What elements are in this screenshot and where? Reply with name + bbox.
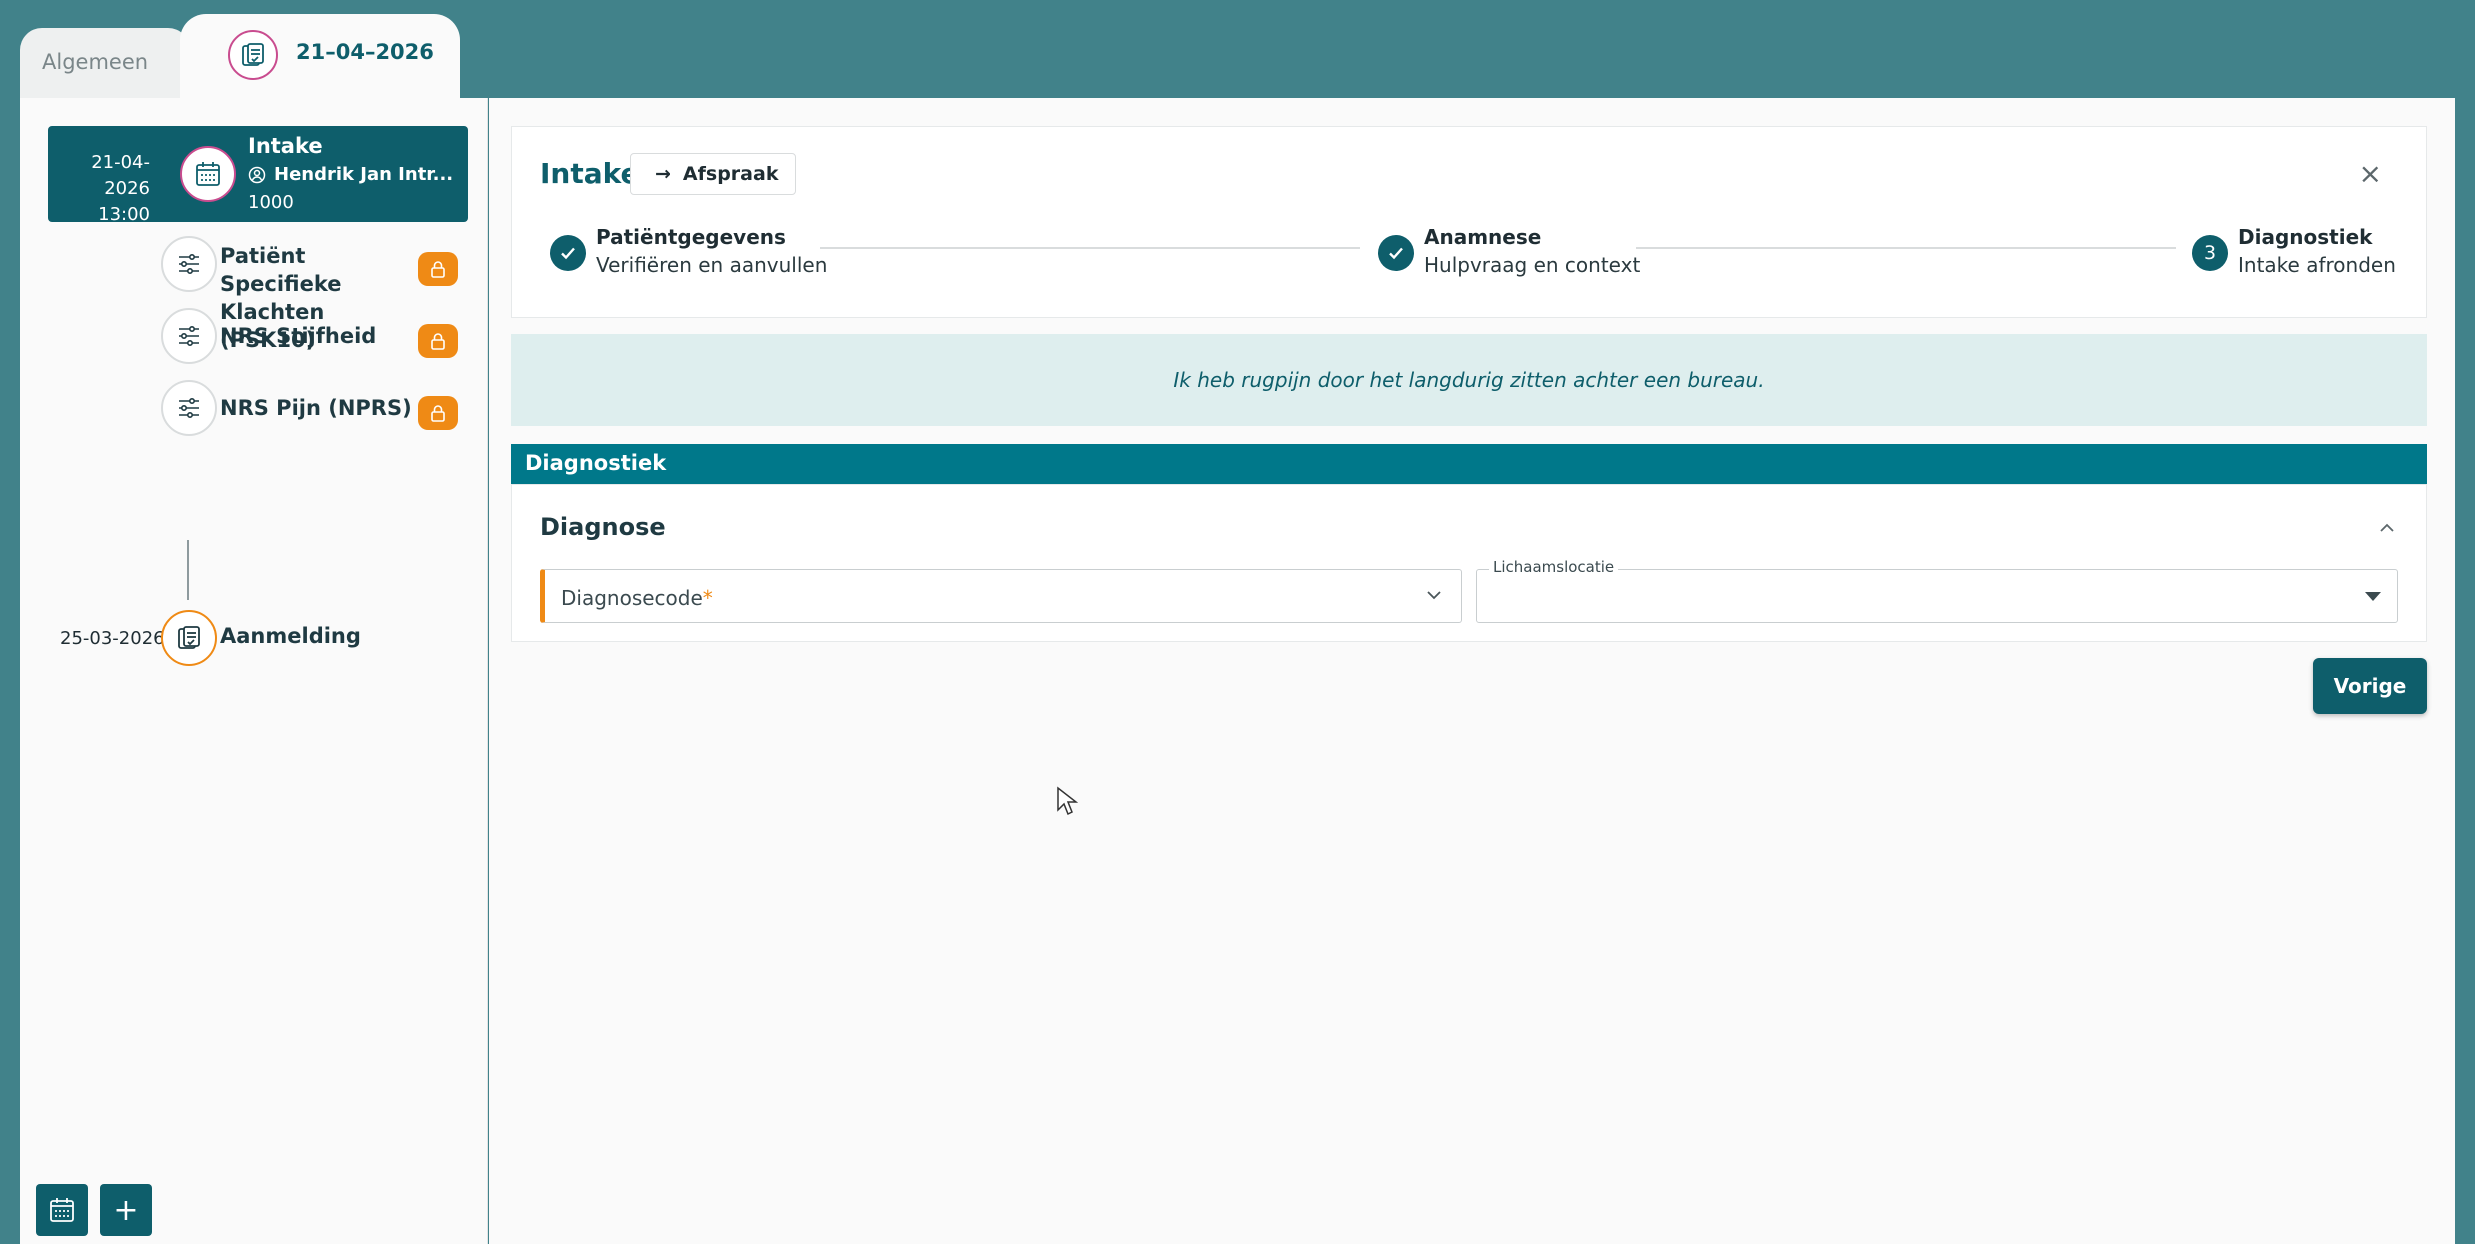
timeline-person: Hendrik Jan Intr... bbox=[248, 164, 453, 185]
timeline-title: Aanmelding bbox=[220, 624, 361, 648]
calendar-button[interactable] bbox=[36, 1184, 88, 1236]
step-connector bbox=[1636, 247, 2176, 249]
lock-icon bbox=[418, 396, 458, 430]
timeline-date-day: 21-04-2026 bbox=[91, 152, 150, 199]
step-subtitle: Verifiëren en aanvullen bbox=[596, 253, 828, 277]
caret-down-icon bbox=[2365, 592, 2381, 601]
tab-algemeen-label: Algemeen bbox=[42, 50, 149, 74]
sliders-icon bbox=[161, 308, 217, 364]
step-title: Anamnese bbox=[1424, 225, 1542, 249]
timeline-sidebar: 21-04-2026 13:00 Intake Hendrik Jan Intr… bbox=[20, 98, 488, 1244]
mouse-cursor-icon bbox=[1056, 786, 1079, 820]
calendar-icon bbox=[180, 146, 236, 202]
step-number: 3 bbox=[2192, 235, 2228, 271]
diagnosecode-label: Diagnosecode* bbox=[561, 586, 713, 610]
timeline-item-aanmelding[interactable]: 25-03-2026 Aanmelding bbox=[20, 608, 488, 668]
lock-icon bbox=[418, 324, 458, 358]
timeline-date-time: 13:00 bbox=[98, 204, 150, 225]
check-icon bbox=[1378, 235, 1414, 271]
tab-active-date[interactable]: 21–04–2026 bbox=[180, 14, 460, 98]
intake-card: Intake → Afspraak × Patiëntgegevens Veri… bbox=[511, 126, 2427, 318]
diagnosecode-text: Diagnosecode bbox=[561, 586, 703, 610]
lichaamslocatie-label: Lichaamslocatie bbox=[1489, 558, 1619, 576]
tab-algemeen[interactable]: Algemeen bbox=[20, 28, 190, 98]
timeline-person-name: Hendrik Jan Intr... bbox=[274, 164, 454, 185]
user-icon bbox=[248, 166, 266, 183]
document-icon bbox=[228, 30, 278, 80]
subitem-title: NRS Stijfheid bbox=[220, 324, 377, 348]
sliders-icon bbox=[161, 380, 217, 436]
vorige-button[interactable]: Vorige bbox=[2313, 658, 2427, 714]
diagnose-title: Diagnose bbox=[540, 513, 666, 541]
timeline-subitem-nrs-stijfheid[interactable]: NRS Stijfheid bbox=[20, 300, 488, 372]
afspraak-button[interactable]: → Afspraak bbox=[630, 153, 796, 195]
step-connector bbox=[820, 247, 1360, 249]
lock-icon bbox=[418, 252, 458, 286]
timeline-number: 1000 bbox=[248, 192, 294, 213]
timeline-title: Intake bbox=[248, 134, 323, 158]
close-icon[interactable]: × bbox=[2359, 157, 2382, 190]
subitem-title: NRS Pijn (NPRS) bbox=[220, 396, 412, 420]
main-content: Intake → Afspraak × Patiëntgegevens Veri… bbox=[489, 98, 2455, 1244]
page-title: Intake bbox=[540, 157, 640, 190]
timeline-item-intake[interactable]: 21-04-2026 13:00 Intake Hendrik Jan Intr… bbox=[48, 126, 468, 225]
sliders-icon bbox=[161, 236, 217, 292]
add-button[interactable]: + bbox=[100, 1184, 152, 1236]
step-subtitle: Hulpvraag en context bbox=[1424, 253, 1641, 277]
calendar-icon bbox=[50, 1198, 74, 1222]
chevron-down-icon bbox=[1425, 582, 1443, 607]
document-icon bbox=[161, 610, 217, 666]
timeline-subitem-nrs-pijn[interactable]: NRS Pijn (NPRS) bbox=[20, 372, 488, 444]
timeline-date: 21-04-2026 13:00 bbox=[48, 150, 150, 228]
lichaamslocatie-select[interactable]: Lichaamslocatie bbox=[1476, 558, 2398, 623]
step-subtitle: Intake afronden bbox=[2238, 253, 2396, 277]
timeline-date: 25-03-2026 bbox=[60, 628, 165, 649]
diagnosecode-select[interactable]: Diagnosecode* bbox=[540, 569, 1462, 623]
plus-icon: + bbox=[113, 1192, 139, 1228]
step-title: Diagnostiek bbox=[2238, 225, 2373, 249]
chevron-up-icon[interactable] bbox=[2378, 515, 2396, 539]
timeline-connector bbox=[187, 540, 189, 600]
arrow-right-icon: → bbox=[655, 163, 671, 185]
tab-date-label: 21–04–2026 bbox=[296, 40, 434, 64]
step-title: Patiëntgegevens bbox=[596, 225, 786, 249]
required-mark: * bbox=[702, 586, 713, 610]
check-icon bbox=[550, 235, 586, 271]
section-header: Diagnostiek bbox=[511, 444, 2427, 484]
hulpvraag-quote: Ik heb rugpijn door het langdurig zitten… bbox=[511, 334, 2427, 426]
afspraak-label: Afspraak bbox=[682, 163, 779, 185]
timeline-subitem-psk10[interactable]: Patiënt Specifieke Klachten (PSK10) bbox=[20, 228, 488, 352]
diagnose-panel: Diagnose Diagnosecode* Lichaamslocatie bbox=[511, 484, 2427, 642]
